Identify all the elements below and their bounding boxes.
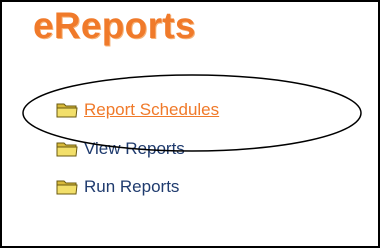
- app-title: eReports: [33, 5, 196, 46]
- menu-item-run-reports[interactable]: Run Reports: [56, 176, 179, 198]
- highlight-ellipse: [22, 74, 362, 152]
- menu-item-label[interactable]: Run Reports: [84, 177, 179, 197]
- folder-icon: [56, 180, 78, 195]
